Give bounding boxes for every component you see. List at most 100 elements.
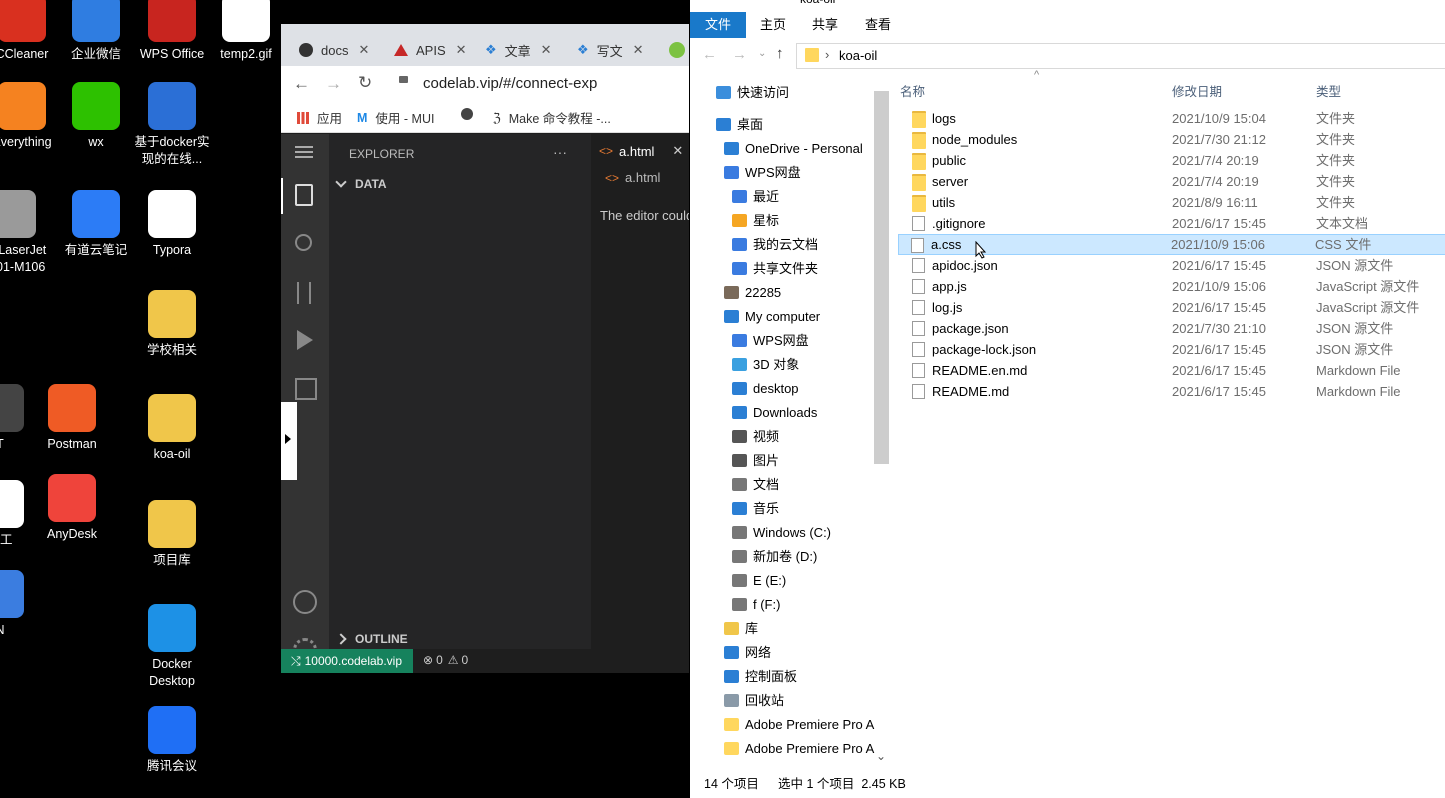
ribbon-tab-home[interactable]: 主页	[760, 12, 786, 38]
column-header-name[interactable]: 名称	[900, 81, 925, 100]
file-row[interactable]: README.md 2021/6/17 15:45 Markdown File	[900, 381, 1445, 402]
file-row[interactable]: README.en.md 2021/6/17 15:45 Markdown File	[900, 360, 1445, 381]
back-arrow-icon[interactable]: ←	[293, 74, 310, 94]
desktop-icon-item[interactable]: 基于docker实现的在线...	[132, 82, 212, 168]
desktop-icon-item[interactable]: 腾讯会议	[132, 706, 212, 775]
file-date: 2021/10/9 15:06	[1171, 237, 1265, 252]
close-icon[interactable]: ✕	[633, 42, 644, 58]
file-date: 2021/10/9 15:04	[1172, 111, 1266, 126]
desktop-icon-item[interactable]: Typora	[132, 190, 212, 259]
file-type: JSON 源文件	[1316, 342, 1394, 357]
ribbon-tab-file[interactable]: 文件	[690, 12, 746, 38]
desktop-icon-item[interactable]: Docker Desktop	[132, 604, 212, 690]
file-date: 2021/7/4 20:19	[1172, 153, 1259, 168]
close-icon[interactable]: ✕	[672, 143, 683, 159]
source-control-icon[interactable]	[297, 282, 311, 304]
run-debug-icon[interactable]	[297, 330, 313, 350]
folder-section-data[interactable]: DATA	[333, 174, 387, 194]
bookmark-mui[interactable]: M 使用 - MUI	[357, 108, 434, 127]
column-header-date[interactable]: 修改日期	[1172, 81, 1222, 100]
desktop-icon-item[interactable]: koa-oil	[132, 394, 212, 463]
file-name: utils	[932, 195, 956, 210]
more-actions-icon[interactable]: ···	[553, 144, 567, 160]
file-row[interactable]: public 2021/7/4 20:19 文件夹	[900, 150, 1445, 171]
file-row[interactable]: log.js 2021/6/17 15:45 JavaScript 源文件	[900, 297, 1445, 318]
bookmark-globe[interactable]	[461, 108, 473, 120]
chevron-down-icon[interactable]: ⌄	[758, 48, 766, 59]
download-icon	[732, 406, 747, 419]
desktop-icon-item[interactable]: Postman	[32, 384, 112, 453]
desktop-icon	[732, 382, 747, 395]
browser-tab-apis[interactable]: APIS ✕	[394, 34, 467, 66]
account-icon[interactable]	[293, 590, 317, 614]
reload-icon[interactable]: ↻	[358, 73, 372, 93]
back-arrow-icon[interactable]: ←	[702, 46, 717, 63]
ccleaner-icon	[0, 0, 46, 42]
menu-icon[interactable]	[295, 146, 313, 148]
editor-tab[interactable]: <> a.html ✕	[591, 134, 689, 168]
word-doc-icon	[148, 82, 196, 130]
bookmark-apps[interactable]: 应用	[297, 108, 342, 127]
desktop-icon-item[interactable]: 有道云笔记	[56, 190, 136, 259]
browser-tab-article[interactable]: ❖ 文章 ✕	[485, 34, 552, 66]
bookmark-make[interactable]: ℨ Make 命令教程 -...	[493, 108, 611, 127]
outline-section[interactable]: OUTLINE	[333, 629, 408, 649]
file-row[interactable]: node_modules 2021/7/30 21:12 文件夹	[900, 129, 1445, 150]
desktop-icon-item[interactable]: 企业微信	[56, 0, 136, 63]
drive-icon	[732, 598, 747, 611]
file-row[interactable]: .gitignore 2021/6/17 15:45 文本文档	[900, 213, 1445, 234]
search-icon[interactable]	[295, 234, 312, 251]
remote-indicator[interactable]: ⤭ 10000.codelab.vip	[281, 649, 413, 673]
close-icon[interactable]: ✕	[358, 42, 369, 58]
column-header-type[interactable]: 类型	[1316, 81, 1341, 100]
address-box[interactable]: › koa-oil	[796, 43, 1445, 69]
file-row[interactable]: utils 2021/8/9 16:11 文件夹	[900, 192, 1445, 213]
url-field[interactable]: codelab.vip/#/connect-exp	[423, 75, 597, 92]
folder-icon	[148, 394, 196, 442]
extension-tab-icon[interactable]	[669, 42, 685, 58]
ribbon-tab-share[interactable]: 共享	[812, 12, 838, 38]
desktop-icon-item[interactable]: 学校相关	[132, 290, 212, 359]
desktop-icon-item[interactable]: CCleaner	[0, 0, 62, 63]
file-name: apidoc.json	[932, 258, 998, 273]
nav-item-label: Downloads	[753, 405, 818, 420]
panel-toggle[interactable]	[281, 402, 297, 480]
browser-tab-write[interactable]: ❖ 写文 ✕	[577, 34, 644, 66]
breadcrumb-current[interactable]: koa-oil	[839, 48, 877, 63]
browser-tab-docs[interactable]: docs ✕	[299, 34, 369, 66]
close-icon[interactable]: ✕	[541, 42, 552, 58]
file-name: README.md	[932, 384, 1010, 399]
forward-arrow-icon[interactable]: →	[732, 46, 747, 63]
desktop-icon-item[interactable]: WPS Office	[132, 0, 212, 63]
editor-breadcrumb[interactable]: <> a.html	[605, 170, 660, 185]
up-arrow-icon[interactable]: ↑	[776, 45, 784, 62]
lock-icon	[399, 76, 408, 83]
files-icon[interactable]	[295, 184, 313, 206]
docker-icon	[148, 604, 196, 652]
nav-item-label: WPS网盘	[745, 165, 801, 180]
file-type: 文本文档	[1316, 216, 1369, 231]
forward-arrow-icon[interactable]: →	[325, 74, 342, 94]
desktop-icon-item[interactable]: temp2.gif	[206, 0, 286, 63]
desktop-icon-item[interactable]: Everything	[0, 82, 62, 151]
nav-scrollbar[interactable]	[874, 91, 889, 464]
file-row[interactable]: app.js 2021/10/9 15:06 JavaScript 源文件	[900, 276, 1445, 297]
file-row[interactable]: package-lock.json 2021/6/17 15:45 JSON 源文件	[900, 339, 1445, 360]
desktop-icon-label: CCleaner	[0, 47, 49, 61]
close-icon[interactable]: ✕	[456, 42, 467, 58]
outline-label: OUTLINE	[355, 632, 408, 646]
file-row[interactable]: logs 2021/10/9 15:04 文件夹	[900, 108, 1445, 129]
file-type: JSON 源文件	[1316, 321, 1394, 336]
desktop-icon-item[interactable]: N	[0, 570, 40, 639]
explorer-title: EXPLORER	[349, 147, 415, 161]
desktop-icon-item[interactable]: HP LaserJet M101-M106	[0, 190, 52, 276]
ribbon-tab-view[interactable]: 查看	[865, 12, 891, 38]
desktop-icon-item[interactable]: wx	[56, 82, 136, 151]
file-row[interactable]: package.json 2021/7/30 21:10 JSON 源文件	[900, 318, 1445, 339]
problems-indicator[interactable]: ⊗ 0 ⚠ 0	[423, 653, 468, 667]
desktop-icon-item[interactable]: 项目库	[132, 500, 212, 569]
scroll-down-icon[interactable]: ⌄	[876, 749, 886, 763]
desktop-icon-item[interactable]: AnyDesk	[32, 474, 112, 543]
file-row[interactable]: server 2021/7/4 20:19 文件夹	[900, 171, 1445, 192]
extensions-icon[interactable]	[295, 378, 317, 400]
